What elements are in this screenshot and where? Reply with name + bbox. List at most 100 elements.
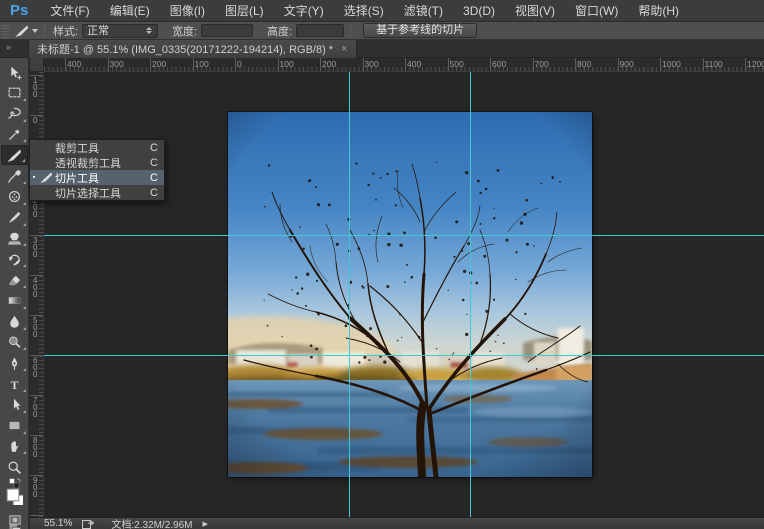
perspective-crop-icon xyxy=(40,156,53,169)
status-bar: 55.1% 文档:2.32M/2.96M ▶ xyxy=(30,517,764,529)
style-label: 样式: xyxy=(53,23,78,39)
crop-icon xyxy=(40,141,53,154)
flyout-item-2[interactable]: ▪切片工具C xyxy=(30,170,164,185)
ruler-v-label: 0 xyxy=(33,117,40,124)
tool-move[interactable] xyxy=(1,62,28,82)
menu-item-5[interactable]: 选择(S) xyxy=(334,0,394,22)
guide-vertical-2[interactable] xyxy=(470,72,471,517)
flyout-item-shortcut: C xyxy=(148,142,158,154)
slices-from-guides-button[interactable]: 基于参考线的切片 xyxy=(363,23,477,38)
tool-bar: T xyxy=(0,58,29,529)
pen-icon xyxy=(7,356,22,371)
divider xyxy=(350,24,351,38)
tool-path-select[interactable] xyxy=(1,395,28,415)
ps-logo: Ps xyxy=(0,2,40,19)
tab-overflow-icon[interactable]: » xyxy=(6,42,11,52)
svg-text:T: T xyxy=(11,378,19,391)
photoshop-window: Ps 文件(F)编辑(E)图像(I)图层(L)文字(Y)选择(S)滤镜(T)3D… xyxy=(0,0,764,529)
horizontal-ruler[interactable]: 4003002001000100200300400500600700800900… xyxy=(44,58,764,72)
tool-rectangle[interactable] xyxy=(1,416,28,436)
menu-item-0[interactable]: 文件(F) xyxy=(40,0,99,22)
ruler-h-label: 900 xyxy=(620,59,634,69)
flyout-item-label: 切片选择工具 xyxy=(55,185,148,201)
tool-blur[interactable] xyxy=(1,312,28,332)
eyedropper-icon xyxy=(7,169,22,184)
select-arrows-icon xyxy=(146,27,153,34)
slice-icon xyxy=(15,24,29,38)
document-tab[interactable]: 未标题-1 @ 55.1% (IMG_0335(20171222-194214)… xyxy=(28,40,357,58)
divider xyxy=(44,24,45,38)
menu-item-3[interactable]: 图层(L) xyxy=(215,0,274,22)
close-icon[interactable]: × xyxy=(341,44,347,54)
width-input[interactable] xyxy=(201,24,253,37)
zoom-level-field[interactable]: 55.1% xyxy=(44,518,72,529)
style-select-value: 正常 xyxy=(87,25,109,37)
flyout-item-1[interactable]: 透视裁剪工具C xyxy=(30,155,164,170)
ruler-v-label: 700 xyxy=(33,397,40,418)
options-grip[interactable] xyxy=(2,24,9,38)
tool-healing-brush[interactable] xyxy=(1,187,28,207)
flyout-item-3[interactable]: 切片选择工具C xyxy=(30,185,164,200)
tool-marquee[interactable] xyxy=(1,83,28,103)
status-menu-arrow-icon[interactable]: ▶ xyxy=(203,520,208,528)
tool-gradient[interactable] xyxy=(1,291,28,311)
chevron-down-icon[interactable] xyxy=(32,29,38,33)
ruler-corner[interactable] xyxy=(30,58,44,72)
type-icon: T xyxy=(7,377,22,392)
eraser-icon xyxy=(7,273,22,288)
guide-vertical-1[interactable] xyxy=(349,72,350,517)
ruler-h-label: 1000 xyxy=(662,59,681,69)
tool-lasso[interactable] xyxy=(1,104,28,124)
tool-color-swatches[interactable] xyxy=(1,484,28,508)
menu-item-6[interactable]: 滤镜(T) xyxy=(394,0,453,22)
menu-item-1[interactable]: 编辑(E) xyxy=(100,0,160,22)
tool-history-brush[interactable] xyxy=(1,249,28,269)
ruler-h-label: 1200 xyxy=(747,59,764,69)
zoom-icon xyxy=(7,460,22,475)
ruler-h-label: 200 xyxy=(322,59,336,69)
tool-type[interactable]: T xyxy=(1,374,28,394)
menu-item-9[interactable]: 窗口(W) xyxy=(565,0,628,22)
guide-horizontal-1[interactable] xyxy=(44,235,764,236)
tool-dodge[interactable] xyxy=(1,332,28,352)
active-tool-preset[interactable] xyxy=(15,24,38,38)
marquee-icon xyxy=(7,85,22,100)
ruler-h-label: 500 xyxy=(450,59,464,69)
document-tab-bar: » 未标题-1 @ 55.1% (IMG_0335(20171222-19421… xyxy=(0,40,764,58)
tool-screen-mode[interactable] xyxy=(1,520,28,529)
flyout-item-label: 切片工具 xyxy=(55,170,148,186)
flyout-item-0[interactable]: 裁剪工具C xyxy=(30,140,164,155)
ruler-h-label: 300 xyxy=(365,59,379,69)
menu-item-4[interactable]: 文字(Y) xyxy=(274,0,334,22)
menu-item-2[interactable]: 图像(I) xyxy=(160,0,215,22)
document-image[interactable] xyxy=(228,112,592,477)
clone-stamp-icon xyxy=(7,231,22,246)
status-export-icon[interactable] xyxy=(82,519,95,529)
menu-bar: Ps 文件(F)编辑(E)图像(I)图层(L)文字(Y)选择(S)滤镜(T)3D… xyxy=(0,0,764,22)
tool-pen[interactable] xyxy=(1,353,28,373)
height-input[interactable] xyxy=(296,24,344,37)
tool-eraser[interactable] xyxy=(1,270,28,290)
menu-item-10[interactable]: 帮助(H) xyxy=(628,0,689,22)
tool-brush[interactable] xyxy=(1,208,28,228)
history-brush-icon xyxy=(7,252,22,267)
ruler-h-label: 800 xyxy=(577,59,591,69)
ruler-h-label: 300 xyxy=(110,59,124,69)
move-icon xyxy=(7,65,22,80)
ruler-v-label: 600 xyxy=(33,357,40,378)
tool-slice[interactable] xyxy=(1,145,28,165)
menu-item-8[interactable]: 视图(V) xyxy=(505,0,565,22)
tool-eyedropper[interactable] xyxy=(1,166,28,186)
ruler-v-label: 100 xyxy=(33,77,40,98)
tool-hand[interactable] xyxy=(1,436,28,456)
hand-icon xyxy=(7,439,22,454)
menu-item-7[interactable]: 3D(D) xyxy=(453,0,505,22)
ruler-h-label: 1100 xyxy=(705,59,723,69)
tool-magic-wand[interactable] xyxy=(1,124,28,144)
slice-tool-icon xyxy=(15,24,29,38)
flyout-item-label: 裁剪工具 xyxy=(55,140,148,156)
guide-horizontal-2[interactable] xyxy=(44,355,764,356)
tool-clone-stamp[interactable] xyxy=(1,228,28,248)
style-select[interactable]: 正常 xyxy=(82,24,158,38)
ruler-h-label: 200 xyxy=(152,59,166,69)
